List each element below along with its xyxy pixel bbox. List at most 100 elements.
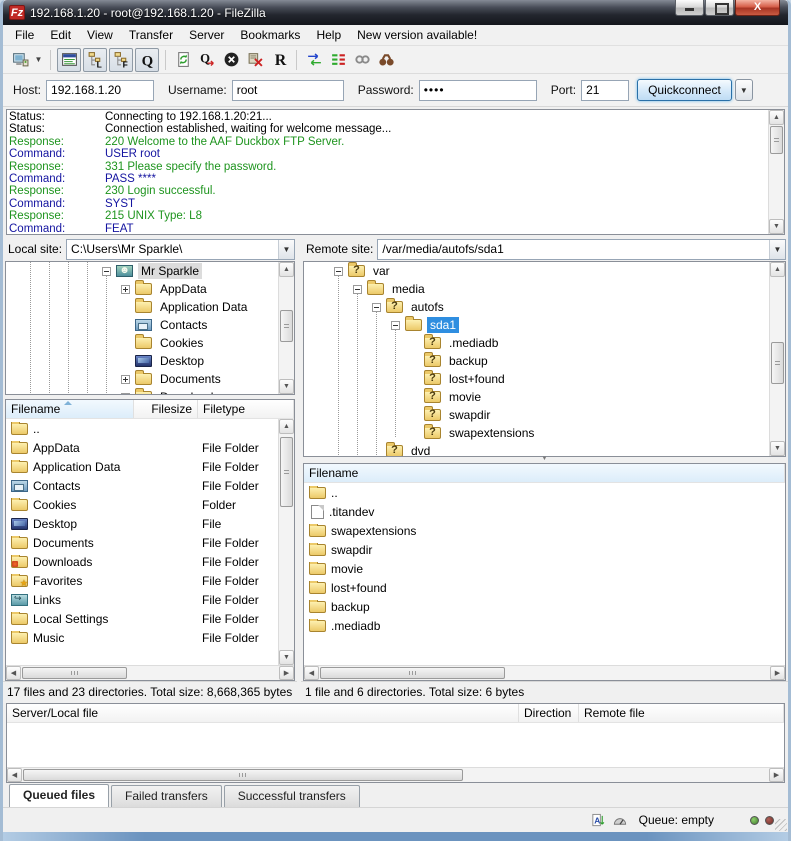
maximize-button[interactable]	[705, 0, 734, 16]
tree-row[interactable]: swapdir	[304, 406, 785, 424]
file-row[interactable]: AppData File Folder	[6, 438, 294, 457]
remote-site-combobox[interactable]: ▼	[377, 239, 786, 260]
process-queue-button[interactable]: Q	[195, 48, 219, 72]
column-header-direction[interactable]: Direction	[519, 704, 579, 722]
filename-cell[interactable]: Music	[6, 631, 134, 645]
tree-expander[interactable]	[353, 285, 362, 294]
filename-cell[interactable]: Links	[6, 593, 134, 607]
tree-row[interactable]: Mr Sparkle	[6, 262, 294, 280]
file-row[interactable]: ..	[304, 483, 785, 502]
tree-row[interactable]: var	[304, 262, 785, 280]
file-row[interactable]: Links File Folder	[6, 590, 294, 609]
column-header-server-local-file[interactable]: Server/Local file	[7, 704, 519, 722]
scroll-down-icon[interactable]: ▼	[770, 441, 785, 456]
tree-expander[interactable]	[121, 375, 130, 384]
scroll-left-icon[interactable]: ◀	[7, 768, 22, 782]
local-directory-tree[interactable]: Mr Sparkle AppData Application Data	[5, 261, 295, 395]
filename-cell[interactable]: Application Data	[6, 460, 134, 474]
menu-item[interactable]: Bookmarks	[232, 26, 308, 44]
filename-cell[interactable]: Desktop	[6, 517, 134, 531]
scroll-right-icon[interactable]: ▶	[279, 666, 294, 680]
column-header-filetype[interactable]: Filetype	[198, 400, 294, 418]
tree-row-label[interactable]: lost+found	[446, 371, 508, 387]
local-tree-scrollbar[interactable]: ▲ ▼	[278, 262, 294, 394]
remote-directory-tree[interactable]: var media autofs	[303, 261, 786, 457]
file-row[interactable]: .mediadb	[304, 616, 785, 635]
tree-row[interactable]: AppData	[6, 280, 294, 298]
filename-cell[interactable]: .mediadb	[304, 619, 785, 633]
tree-row-label[interactable]: autofs	[408, 299, 447, 315]
tree-expander[interactable]	[121, 285, 130, 294]
scrollbar-thumb[interactable]	[280, 310, 293, 342]
scrollbar-thumb[interactable]	[770, 126, 783, 154]
scrollbar-thumb[interactable]	[22, 667, 127, 679]
username-input[interactable]	[232, 80, 344, 101]
host-input[interactable]	[46, 80, 154, 101]
file-row[interactable]: Downloads File Folder	[6, 552, 294, 571]
file-row[interactable]: Desktop File	[6, 514, 294, 533]
menu-item[interactable]: Server	[181, 26, 232, 44]
filename-cell[interactable]: swapextensions	[304, 524, 785, 538]
local-file-list[interactable]: Filename Filesize Filetype ..	[5, 399, 295, 681]
tree-expander[interactable]	[334, 267, 343, 276]
scroll-down-icon[interactable]: ▼	[769, 219, 784, 234]
directory-comparison-button[interactable]	[302, 48, 326, 72]
file-row[interactable]: ..	[6, 419, 294, 438]
tree-row[interactable]: dvd	[304, 442, 785, 457]
toggle-remote-tree-button[interactable]: F	[109, 48, 133, 72]
tree-row[interactable]: Desktop	[6, 352, 294, 370]
scrollbar-thumb[interactable]	[771, 342, 784, 384]
filename-cell[interactable]: backup	[304, 600, 785, 614]
filename-cell[interactable]: Documents	[6, 536, 134, 550]
filename-cell[interactable]: lost+found	[304, 581, 785, 595]
filename-cell[interactable]: Cookies	[6, 498, 134, 512]
tree-row-label[interactable]: swapextensions	[446, 425, 537, 441]
tree-row[interactable]: backup	[304, 352, 785, 370]
tree-row-label[interactable]: dvd	[408, 443, 433, 457]
minimize-button[interactable]	[675, 0, 704, 16]
file-row[interactable]: movie	[304, 559, 785, 578]
scroll-right-icon[interactable]: ▶	[770, 666, 785, 680]
refresh-button[interactable]	[171, 48, 195, 72]
find-files-button[interactable]	[374, 48, 398, 72]
local-list-scrollbar[interactable]: ▲ ▼	[278, 419, 294, 665]
filename-cell[interactable]: .titandev	[304, 505, 785, 519]
tree-row-label[interactable]: movie	[446, 389, 484, 405]
scroll-right-icon[interactable]: ▶	[769, 768, 784, 782]
file-row[interactable]: Local Settings File Folder	[6, 609, 294, 628]
toggle-local-tree-button[interactable]: L	[83, 48, 107, 72]
menu-item[interactable]: View	[79, 26, 121, 44]
filename-cell[interactable]: Downloads	[6, 555, 134, 569]
menu-item[interactable]: Transfer	[121, 26, 181, 44]
filename-cell[interactable]: ..	[6, 422, 134, 436]
combobox-dropdown-icon[interactable]: ▼	[278, 240, 294, 259]
synchronized-browsing-button[interactable]	[326, 48, 350, 72]
file-row[interactable]: Music File Folder	[6, 628, 294, 647]
scroll-up-icon[interactable]: ▲	[769, 110, 784, 125]
site-manager-button[interactable]	[8, 48, 32, 72]
tree-row[interactable]: movie	[304, 388, 785, 406]
tree-row-label[interactable]: Mr Sparkle	[138, 263, 202, 279]
tree-row-label[interactable]: sda1	[427, 317, 459, 333]
tree-row[interactable]: media	[304, 280, 785, 298]
toggle-transfer-queue-button[interactable]: Q	[135, 48, 159, 72]
tree-row-label[interactable]: AppData	[157, 281, 210, 297]
filename-cell[interactable]: AppData	[6, 441, 134, 455]
tree-row[interactable]: Documents	[6, 370, 294, 388]
menu-item[interactable]: New version available!	[349, 26, 485, 44]
tree-row[interactable]: .mediadb	[304, 334, 785, 352]
scrollbar-thumb[interactable]	[23, 769, 463, 781]
toggle-message-log-button[interactable]	[57, 48, 81, 72]
tree-expander[interactable]	[391, 321, 400, 330]
reconnect-button[interactable]: R	[267, 48, 291, 72]
cancel-operation-button[interactable]	[219, 48, 243, 72]
file-row[interactable]: Documents File Folder	[6, 533, 294, 552]
tree-row[interactable]: Downloads	[6, 388, 294, 395]
menu-item[interactable]: Edit	[42, 26, 79, 44]
tree-row[interactable]: Contacts	[6, 316, 294, 334]
tree-row-label[interactable]: Desktop	[157, 353, 207, 369]
queue-tab[interactable]: Successful transfers	[224, 785, 360, 807]
close-button[interactable]: X	[735, 0, 780, 16]
remote-file-list[interactable]: Filename .. .titandev	[303, 463, 786, 681]
local-list-hscrollbar[interactable]: ◀ ▶	[6, 665, 294, 680]
